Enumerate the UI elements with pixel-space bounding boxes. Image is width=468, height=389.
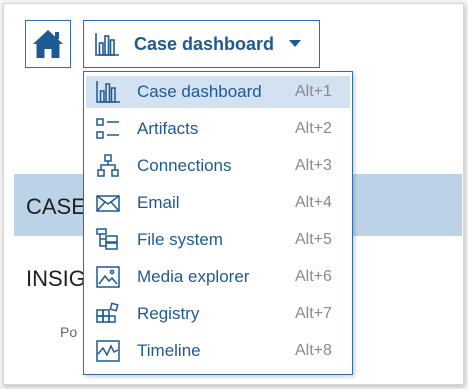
view-selector-label: Case dashboard bbox=[134, 33, 275, 54]
caret-down-icon bbox=[289, 40, 302, 48]
bar-chart-icon bbox=[94, 31, 120, 57]
partial-label: Po bbox=[60, 324, 78, 340]
menu-item-label: Timeline bbox=[137, 341, 201, 360]
insights-heading: INSIG bbox=[26, 266, 86, 291]
menu-item-case-dashboard[interactable]: Case dashboard Alt+1 bbox=[86, 76, 350, 108]
home-button[interactable] bbox=[25, 20, 71, 68]
menu-item-shortcut: Alt+2 bbox=[295, 120, 332, 137]
app-window: CASE INSIG Po Case dashboard Case dashbo… bbox=[3, 3, 464, 385]
envelope-icon bbox=[95, 191, 121, 215]
menu-item-shortcut: Alt+4 bbox=[295, 194, 332, 211]
menu-item-label: File system bbox=[137, 230, 223, 249]
folder-tree-icon bbox=[95, 228, 121, 252]
menu-item-label: Media explorer bbox=[137, 267, 250, 286]
network-icon bbox=[95, 154, 121, 178]
case-section-heading: CASE bbox=[26, 194, 86, 219]
menu-item-shortcut: Alt+1 bbox=[295, 83, 332, 100]
home-icon bbox=[31, 28, 65, 60]
menu-item-label: Email bbox=[137, 193, 180, 212]
menu-item-shortcut: Alt+7 bbox=[295, 305, 332, 322]
menu-item-shortcut: Alt+3 bbox=[295, 157, 332, 174]
timeline-icon bbox=[95, 339, 121, 363]
registry-icon bbox=[95, 302, 121, 326]
menu-item-label: Case dashboard bbox=[137, 82, 262, 101]
menu-item-shortcut: Alt+6 bbox=[295, 268, 332, 285]
image-icon bbox=[95, 265, 121, 289]
list-icon bbox=[95, 117, 121, 141]
menu-item-file-system[interactable]: File system Alt+5 bbox=[86, 224, 350, 256]
bar-chart-icon bbox=[95, 80, 121, 104]
menu-item-timeline[interactable]: Timeline Alt+8 bbox=[86, 335, 350, 367]
menu-item-artifacts[interactable]: Artifacts Alt+2 bbox=[86, 113, 350, 145]
menu-item-connections[interactable]: Connections Alt+3 bbox=[86, 150, 350, 182]
menu-item-media-explorer[interactable]: Media explorer Alt+6 bbox=[86, 261, 350, 293]
menu-item-shortcut: Alt+8 bbox=[295, 342, 332, 359]
menu-item-label: Artifacts bbox=[137, 119, 199, 138]
menu-item-label: Connections bbox=[137, 156, 232, 175]
view-menu: Case dashboard Alt+1 Artifacts Alt+2 Con… bbox=[83, 71, 353, 375]
view-selector-dropdown[interactable]: Case dashboard bbox=[83, 20, 320, 68]
menu-item-registry[interactable]: Registry Alt+7 bbox=[86, 298, 350, 330]
menu-item-email[interactable]: Email Alt+4 bbox=[86, 187, 350, 219]
menu-item-shortcut: Alt+5 bbox=[295, 231, 332, 248]
menu-item-label: Registry bbox=[137, 304, 200, 323]
